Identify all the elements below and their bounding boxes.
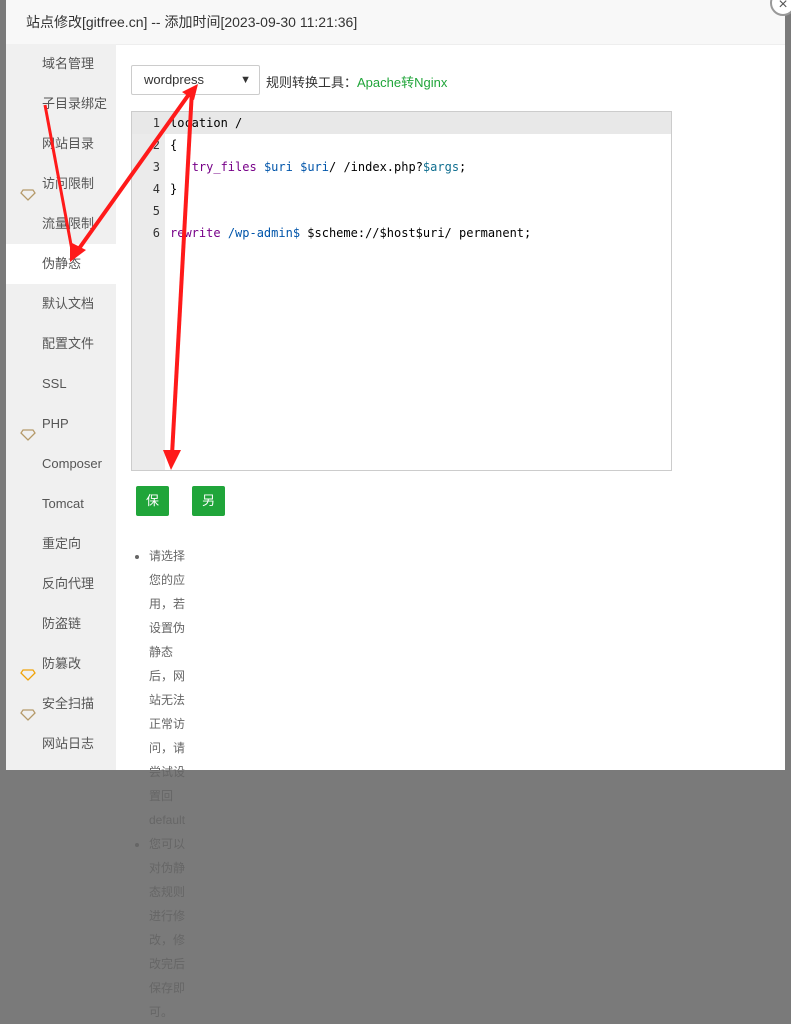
tips-list: 请选择您的应用，若设置伪静态后，网站无法正常访问，请尝试设置回default 您… — [131, 544, 185, 1024]
sidebar-item[interactable]: 防盗链 — [6, 604, 116, 644]
code-line: rewrite /wp-admin$ $scheme://$host$uri/ … — [170, 226, 532, 240]
sidebar-item-label: SSL — [42, 376, 67, 391]
sidebar-item-label: 流量限制 — [42, 216, 95, 231]
tool-label: 规则转换工具： — [266, 75, 358, 90]
line-number: 1 — [152, 116, 160, 130]
sidebar-item-label: 网站日志 — [42, 736, 95, 751]
code-line: { — [170, 138, 178, 152]
sidebar-item-label: Composer — [42, 456, 102, 471]
line-number: 3 — [152, 160, 160, 174]
site-edit-dialog: 站点修改[gitfree.cn] -- 添加时间[2023-09-30 11:2… — [6, 0, 785, 1019]
enterprise-gem-icon — [20, 177, 36, 201]
sidebar-item[interactable]: 防篡改 — [6, 644, 116, 684]
sidebar-item[interactable]: 反向代理 — [6, 564, 116, 604]
sidebar-item[interactable]: 子目录绑定 — [6, 84, 116, 124]
sidebar-item[interactable]: 访问限制 — [6, 164, 116, 204]
sidebar-item[interactable]: Composer — [6, 444, 116, 484]
sidebar-item-label: 访问限制 — [42, 176, 95, 191]
code-line: try_files $uri $uri/ /index.php?$args; — [191, 160, 467, 174]
line-number: 4 — [152, 182, 160, 196]
sidebar-item-label: 防盗链 — [42, 616, 82, 631]
sidebar-item[interactable]: SSL — [6, 364, 116, 404]
code-editor[interactable]: 1 location / 2 { 3 try_files $uri $uri/ /i… — [131, 111, 672, 471]
sidebar-item[interactable]: 默认文档 — [6, 284, 116, 324]
enterprise-gem-icon — [20, 417, 36, 441]
enterprise-gem-icon — [20, 697, 36, 721]
sidebar-item[interactable]: 流量限制 — [6, 204, 116, 244]
template-select-value: wordpress — [144, 72, 204, 87]
sidebar-item[interactable]: 网站目录 — [6, 124, 116, 164]
pro-gem-icon — [20, 657, 36, 681]
chevron-down-icon: ▼ — [240, 74, 251, 86]
sidebar-item[interactable]: 配置文件 — [6, 324, 116, 364]
sidebar: 域名管理子目录绑定网站目录访问限制流量限制伪静态默认文档配置文件 SSL PHP Co… — [6, 44, 116, 770]
save-button[interactable]: 保存 — [136, 486, 170, 538]
sidebar-item[interactable]: 重定向 — [6, 524, 116, 564]
sidebar-item-label: 反向代理 — [42, 576, 95, 591]
code-line: } — [170, 182, 178, 196]
sidebar-item-label: PHP — [42, 416, 69, 431]
tip: 请选择您的应用，若设置伪静态后，网站无法正常访问，请尝试设置回default — [149, 544, 185, 832]
line-number: 2 — [152, 138, 160, 152]
line-number: 6 — [152, 226, 160, 240]
save-as-template-button[interactable]: 另存为模板 — [192, 486, 226, 628]
tip: 您可以对伪静态规则进行修改，修改完后保存即可。 — [149, 832, 185, 1024]
sidebar-item-label: 重定向 — [42, 536, 82, 551]
sidebar-item-label: 子目录绑定 — [42, 96, 108, 111]
sidebar-item[interactable]: PHP — [6, 404, 116, 444]
code-line: location / — [170, 116, 243, 130]
sidebar-item-label: 防篡改 — [42, 656, 82, 671]
sidebar-item[interactable]: 网站日志 — [6, 724, 116, 764]
sidebar-item-label: 网站目录 — [42, 136, 95, 151]
sidebar-item[interactable]: 安全扫描 — [6, 684, 116, 724]
template-select[interactable]: wordpress ▼ — [131, 65, 260, 95]
apache-to-nginx-link[interactable]: Apache转Nginx — [357, 75, 447, 90]
sidebar-item[interactable]: 域名管理 — [6, 44, 116, 84]
dialog-title: 站点修改[gitfree.cn] -- 添加时间[2023-09-30 11:2… — [6, 0, 785, 45]
sidebar-item-label: 伪静态 — [42, 256, 82, 271]
rule-converter: 规则转换工具：Apache转Nginx — [266, 72, 447, 91]
sidebar-item-label: Tomcat — [42, 496, 84, 511]
sidebar-item[interactable]: 伪静态 — [6, 244, 116, 284]
line-number: 5 — [152, 204, 160, 218]
sidebar-item-label: 域名管理 — [42, 56, 95, 71]
sidebar-item[interactable]: Tomcat — [6, 484, 116, 524]
sidebar-item-label: 安全扫描 — [42, 696, 95, 711]
sidebar-item-label: 默认文档 — [42, 296, 95, 311]
sidebar-item-label: 配置文件 — [42, 336, 95, 351]
